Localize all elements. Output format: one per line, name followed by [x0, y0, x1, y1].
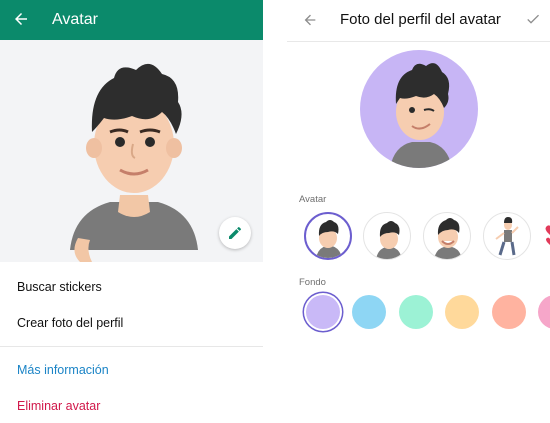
menu-eliminar-avatar[interactable]: Eliminar avatar	[17, 399, 100, 413]
avatar-option-1[interactable]	[304, 212, 352, 260]
arrow-left-icon[interactable]	[12, 10, 30, 28]
app-bar: Avatar	[0, 0, 263, 40]
background-swatch-yellow[interactable]	[445, 295, 479, 329]
avatar-option-2[interactable]	[363, 212, 411, 260]
menu-crear-foto-perfil[interactable]: Crear foto del perfil	[17, 316, 123, 330]
menu-divider	[0, 346, 263, 347]
profile-preview	[360, 50, 478, 168]
menu-mas-informacion[interactable]: Más información	[17, 363, 109, 377]
background-swatch-salmon[interactable]	[492, 295, 526, 329]
avatar-option-4[interactable]	[483, 212, 531, 260]
arrow-left-icon[interactable]	[302, 12, 318, 28]
avatar-section-label: Avatar	[299, 194, 327, 205]
edit-avatar-button[interactable]	[219, 217, 251, 249]
avatar-pose-thumbnail	[495, 217, 519, 256]
background-swatch-mint[interactable]	[399, 295, 433, 329]
fondo-section-label: Fondo	[299, 277, 326, 288]
menu-buscar-stickers[interactable]: Buscar stickers	[17, 280, 102, 294]
panel-gap	[263, 0, 287, 423]
right-header: Foto del perfil del avatar	[287, 0, 550, 42]
background-swatch-purple[interactable]	[306, 295, 340, 329]
pencil-icon	[229, 226, 242, 239]
page-title: Foto del perfil del avatar	[340, 11, 501, 28]
avatar-pose-thumbnail	[376, 221, 402, 259]
background-swatch-blue[interactable]	[352, 295, 386, 329]
avatar-portrait	[390, 63, 452, 168]
page-title: Avatar	[52, 11, 98, 28]
avatar-pose-thumbnail	[434, 218, 462, 259]
check-icon[interactable]	[525, 11, 541, 27]
avatar-pose-thumbnail	[316, 220, 342, 258]
avatar-option-3[interactable]	[423, 212, 471, 260]
